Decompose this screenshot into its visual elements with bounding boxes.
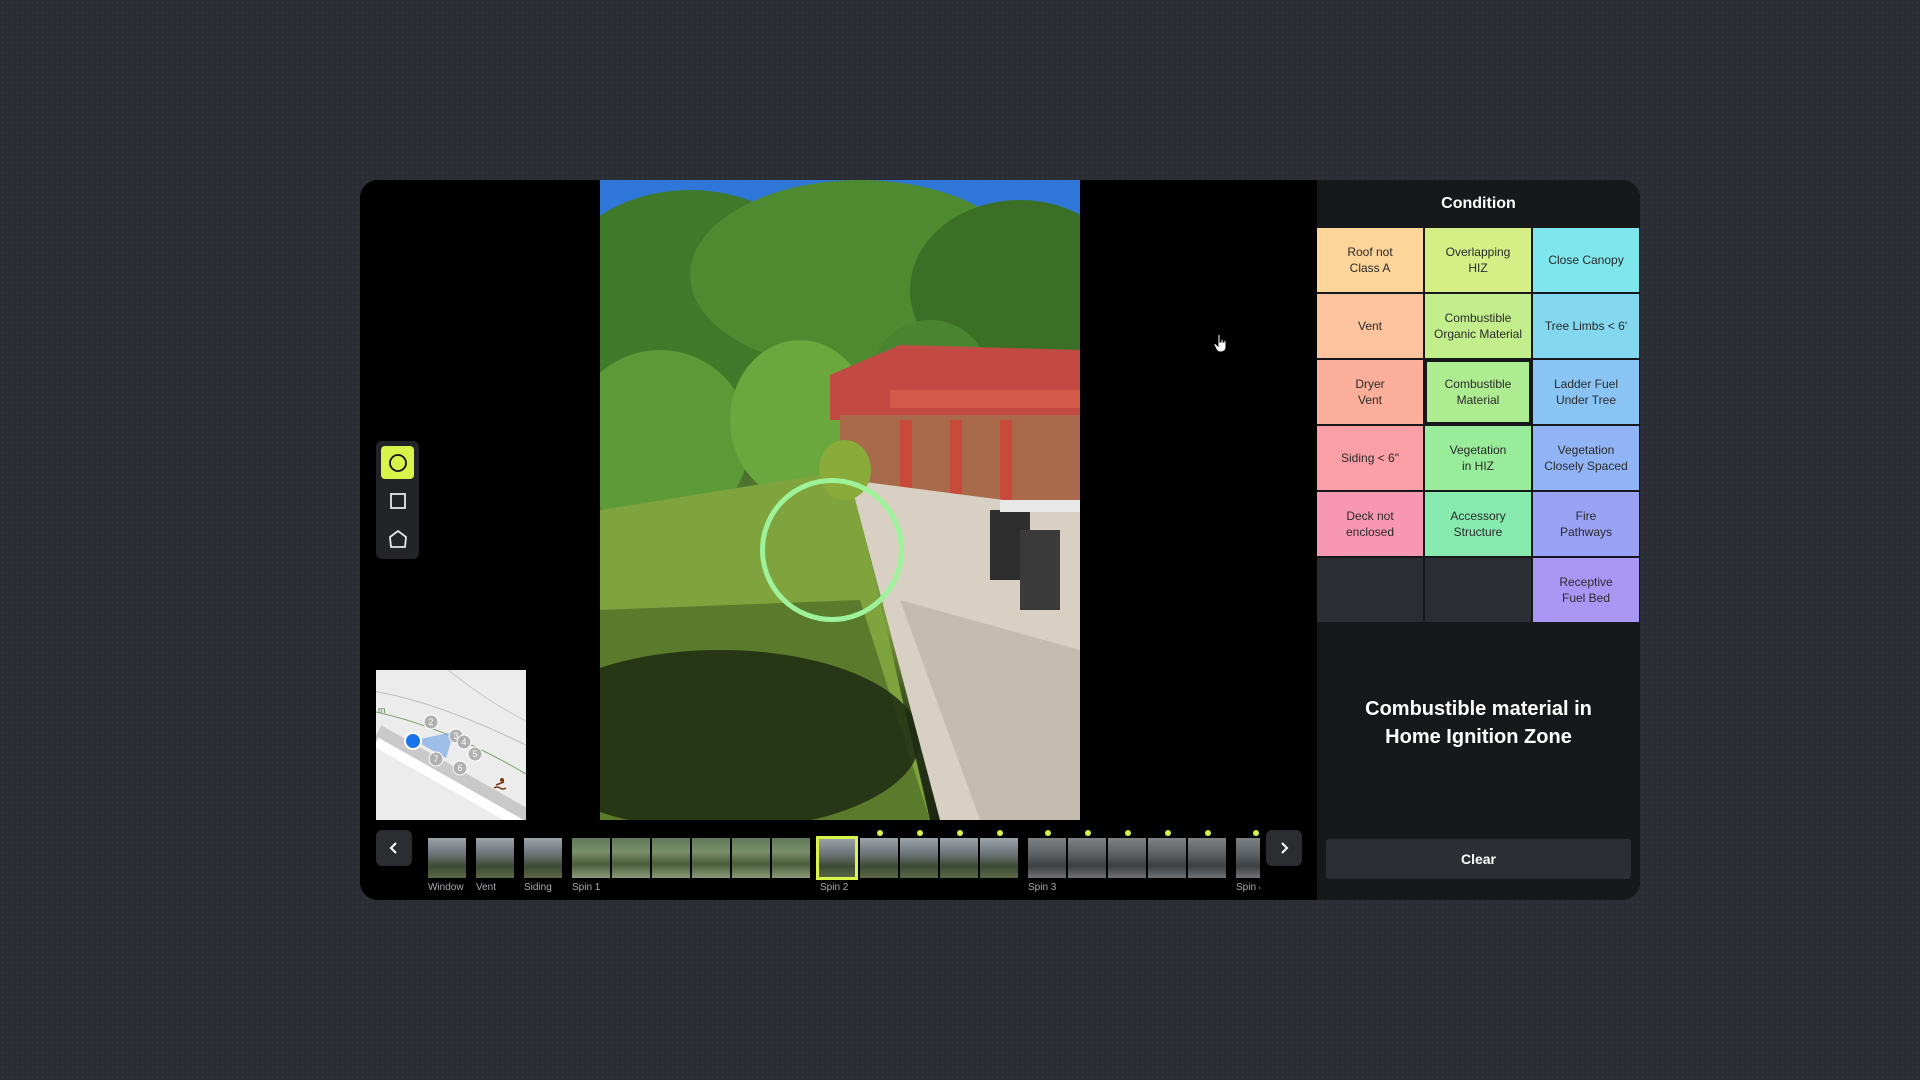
thumbnail[interactable] [860, 838, 898, 878]
thumbnail[interactable] [940, 838, 978, 878]
condition-option[interactable]: Vegetation Closely Spaced [1533, 426, 1639, 490]
pentagon-icon [388, 529, 407, 548]
hand-cursor-icon [1213, 333, 1227, 353]
thumbnail-label: Spin 3 [1028, 882, 1057, 893]
annotation-dot [877, 830, 883, 836]
condition-option[interactable]: Vegetation in HIZ [1425, 426, 1531, 490]
swimmer-icon [493, 778, 507, 790]
minimap-marker: 2 [428, 717, 433, 727]
condition-option[interactable]: Siding < 6" [1317, 426, 1423, 490]
condition-option[interactable]: Tree Limbs < 6' [1533, 294, 1639, 358]
condition-option[interactable]: Receptive Fuel Bed [1533, 558, 1639, 622]
condition-option[interactable]: Overlapping HIZ [1425, 228, 1531, 292]
circle-icon [388, 453, 407, 472]
condition-option[interactable]: Accessory Structure [1425, 492, 1531, 556]
condition-option[interactable]: Combustible Material [1425, 360, 1531, 424]
condition-empty-slot [1425, 558, 1531, 622]
clear-button[interactable]: Clear [1326, 839, 1631, 879]
thumbnail[interactable] [732, 838, 770, 878]
condition-option[interactable]: Dryer Vent [1317, 360, 1423, 424]
annotation-dot [1165, 830, 1171, 836]
thumbnail[interactable] [524, 838, 562, 878]
condition-empty-slot [1317, 558, 1423, 622]
minimap-marker: 6 [457, 763, 462, 773]
annotation-dot [1085, 830, 1091, 836]
square-icon [389, 492, 406, 509]
annotation-dot [957, 830, 963, 836]
condition-option[interactable]: Deck not enclosed [1317, 492, 1423, 556]
annotation-dot [997, 830, 1003, 836]
annotation-dot [1205, 830, 1211, 836]
thumbnail[interactable] [476, 838, 514, 878]
condition-option[interactable]: Fire Pathways [1533, 492, 1639, 556]
thumbnail-label: Spin 1 [572, 882, 601, 893]
chevron-left-icon [389, 842, 397, 854]
thumbnail-label: Spin 4 [1236, 882, 1260, 893]
filmstrip-next-button[interactable] [1266, 830, 1302, 866]
minimap-edge-label: m [378, 705, 386, 715]
app-window: 2 3 4 5 6 7 m Window Vent Siding Spin 1 … [360, 180, 1640, 900]
thumbnail[interactable] [1188, 838, 1226, 878]
annotation-dot [1125, 830, 1131, 836]
thumbnail[interactable] [1108, 838, 1146, 878]
minimap-marker: 3 [453, 731, 458, 741]
circle-annotation[interactable] [760, 478, 904, 622]
thumbnail-label: Siding [524, 882, 552, 893]
minimap-marker: 5 [472, 749, 477, 759]
condition-option[interactable]: Ladder Fuel Under Tree [1533, 360, 1639, 424]
condition-grid: Roof not Class A Overlapping HIZ Close Can… [1317, 228, 1640, 622]
filmstrip: Window Vent Siding Spin 1 Spin 2 Spin 3 … [360, 820, 1317, 900]
minimap-marker: 7 [433, 754, 438, 764]
thumbnail[interactable] [1068, 838, 1106, 878]
condition-option[interactable]: Roof not Class A [1317, 228, 1423, 292]
thumbnail[interactable] [900, 838, 938, 878]
annotation-dot [917, 830, 923, 836]
thumbnail[interactable] [612, 838, 650, 878]
thumbnail-label: Vent [476, 882, 497, 893]
map-graphic: 2 3 4 5 6 7 m [376, 670, 526, 820]
thumbnail[interactable] [428, 838, 466, 878]
property-photo[interactable] [600, 180, 1080, 820]
thumbnail[interactable] [572, 838, 610, 878]
thumbnail[interactable] [980, 838, 1018, 878]
polygon-tool[interactable] [381, 522, 414, 555]
thumbnail[interactable] [1028, 838, 1066, 878]
thumbnail[interactable] [772, 838, 810, 878]
thumbnail-selected[interactable] [816, 836, 858, 880]
condition-option[interactable]: Vent [1317, 294, 1423, 358]
thumbnail-label: Window [428, 882, 464, 893]
annotation-dot [1253, 830, 1259, 836]
thumbnail-label: Spin 2 [820, 882, 849, 893]
annotation-dot [1045, 830, 1051, 836]
filmstrip-prev-button[interactable] [376, 830, 412, 866]
condition-panel: Condition Roof not Class A Overlapping HI… [1317, 180, 1640, 900]
thumbnail-track: Window Vent Siding Spin 1 Spin 2 Spin 3 … [418, 820, 1260, 900]
condition-option[interactable]: Combustible Organic Material [1425, 294, 1531, 358]
chevron-right-icon [1281, 842, 1289, 854]
panel-title: Condition [1441, 195, 1516, 212]
thumbnail[interactable] [1148, 838, 1186, 878]
condition-option[interactable]: Close Canopy [1533, 228, 1639, 292]
minimap-marker: 4 [461, 737, 466, 747]
circle-tool[interactable] [381, 446, 414, 479]
rectangle-tool[interactable] [381, 484, 414, 517]
image-viewer: 2 3 4 5 6 7 m [360, 180, 1317, 820]
condition-description: Combustible material in Home Ignition Zo… [1365, 698, 1592, 748]
drawing-toolbar [376, 441, 419, 559]
thumbnail[interactable] [652, 838, 690, 878]
thumbnail[interactable] [692, 838, 730, 878]
location-minimap[interactable]: 2 3 4 5 6 7 m [376, 670, 526, 820]
thumbnail[interactable] [1236, 838, 1260, 878]
